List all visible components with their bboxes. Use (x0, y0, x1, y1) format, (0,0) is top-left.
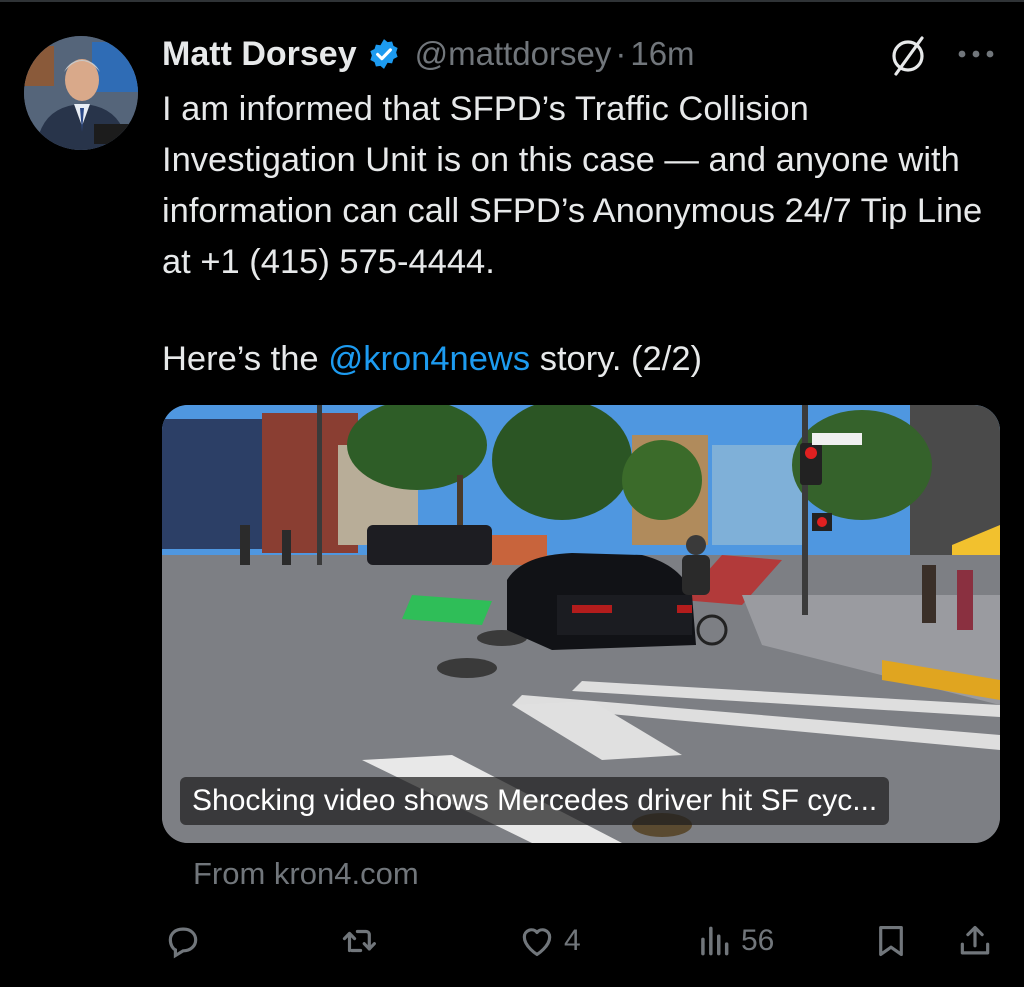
avatar[interactable] (24, 36, 138, 150)
mention-link[interactable]: @kron4news (328, 340, 530, 378)
tweet-time[interactable]: 16m (630, 35, 694, 73)
repost-icon (342, 929, 376, 953)
reply-icon (168, 927, 198, 959)
views-count: 56 (741, 924, 775, 957)
like-icon (522, 928, 552, 957)
tweet-story-line: Here’s the @kron4news story. (2/2) (162, 334, 702, 385)
tweet-header: Matt Dorsey @mattdorsey · 16m (162, 30, 695, 78)
repost-button[interactable] (340, 918, 386, 964)
tweet-text: I am informed that SFPD’s Traffic Collis… (162, 90, 983, 281)
author-handle[interactable]: @mattdorsey (415, 35, 612, 73)
views-button[interactable]: 56 (695, 918, 774, 964)
story-suffix: story. (2/2) (539, 340, 702, 378)
share-button[interactable] (956, 918, 994, 964)
bookmark-button[interactable] (872, 918, 910, 964)
author-name[interactable]: Matt Dorsey (162, 35, 357, 74)
more-icon[interactable] (956, 46, 996, 62)
verified-badge-icon (370, 39, 398, 69)
link-card-source[interactable]: From kron4.com (193, 856, 419, 892)
top-divider (0, 0, 1024, 2)
header-separator: · (615, 35, 627, 72)
link-card[interactable]: Shocking video shows Mercedes driver hit… (162, 405, 1000, 843)
like-count: 4 (564, 924, 581, 957)
story-prefix: Here’s the (162, 340, 319, 378)
views-icon (701, 926, 729, 956)
bookmark-icon (879, 925, 903, 957)
reply-button[interactable] (164, 918, 210, 964)
grok-icon[interactable] (886, 32, 932, 78)
share-icon (960, 925, 990, 955)
like-button[interactable]: 4 (518, 918, 581, 964)
link-card-title: Shocking video shows Mercedes driver hit… (180, 777, 890, 825)
